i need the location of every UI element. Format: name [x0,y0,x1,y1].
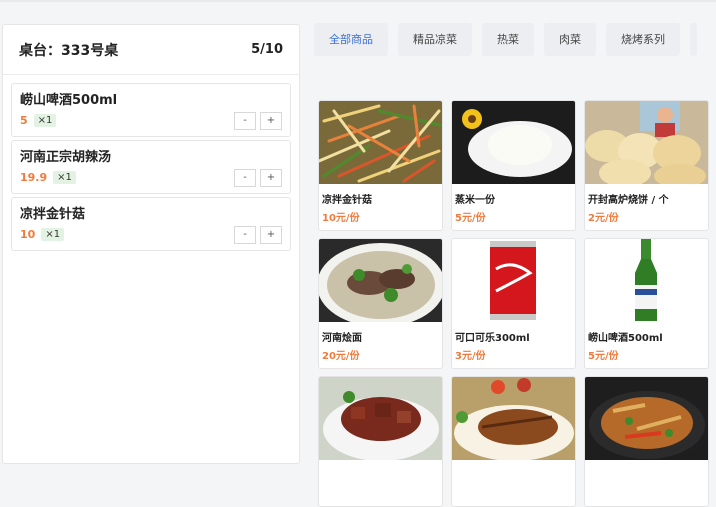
product-name [452,460,575,470]
product-card[interactable]: 凉拌金针菇 10元/份 [318,100,443,231]
product-name [585,460,708,470]
product-image [452,101,575,184]
product-price [319,470,442,472]
product-image [319,101,442,184]
product-card[interactable]: 蒸米一份 5元/份 [451,100,576,231]
product-name: 凉拌金针菇 [322,195,372,206]
order-count: 5/10 [251,42,283,57]
tab-cold-dishes[interactable]: 精品凉菜 [398,23,472,56]
product-image [319,377,442,460]
order-item-qty: ×1 [41,228,65,241]
product-price: 2元/份 [588,213,619,224]
product-card[interactable] [451,376,576,507]
product-name: 蒸米一份 [455,195,495,206]
product-card[interactable] [584,376,709,507]
order-item-name: 河南正宗胡辣汤 [20,150,112,165]
order-item: 凉拌金针菇 10 ×1 - + [11,197,291,251]
product-price: 10元/份 [322,213,360,224]
product-card[interactable]: 可口可乐300ml 3元/份 [451,238,576,369]
product-image [585,377,708,460]
product-card[interactable]: 开封高炉烧饼 / 个 2元/份 [584,100,709,231]
product-card[interactable]: 崂山啤酒500ml 5元/份 [584,238,709,369]
decrease-button[interactable]: - [234,169,256,187]
order-header: 桌台：333号桌 5/10 [3,25,299,75]
product-image [585,239,708,322]
tab-meat-dishes[interactable]: 肉菜 [544,23,596,56]
product-price: 20元/份 [322,351,360,362]
quantity-stepper: - + [234,112,282,130]
product-image [319,239,442,322]
product-price [452,470,575,472]
order-item: 河南正宗胡辣汤 19.9 ×1 - + [11,140,291,194]
order-item-qty: ×1 [33,114,57,127]
product-price [585,470,708,472]
order-list: 崂山啤酒500ml 5 ×1 - + 河南正宗胡辣汤 19.9 ×1 - + 凉… [3,75,299,251]
category-tabs: 全部商品 精品凉菜 热菜 肉菜 烧烤系列 [314,23,697,56]
order-panel: 桌台：333号桌 5/10 崂山啤酒500ml 5 ×1 - + 河南正宗胡辣汤… [2,24,300,464]
order-item-name: 凉拌金针菇 [20,207,86,222]
product-name: 崂山啤酒500ml [588,333,663,344]
product-image [452,377,575,460]
increase-button[interactable]: + [260,169,282,187]
order-item-qty: ×1 [53,171,76,184]
order-item: 崂山啤酒500ml 5 ×1 - + [11,83,291,137]
product-card[interactable] [318,376,443,507]
product-name [319,460,442,470]
decrease-button[interactable]: - [234,112,256,130]
tab-hot-dishes[interactable]: 热菜 [482,23,534,56]
product-price: 3元/份 [455,351,486,362]
tab-overflow[interactable] [690,23,697,56]
quantity-stepper: - + [234,169,282,187]
increase-button[interactable]: + [260,112,282,130]
tab-bbq-series[interactable]: 烧烤系列 [606,23,680,56]
product-name: 可口可乐300ml [455,333,530,344]
product-price: 5元/份 [455,213,486,224]
order-item-price: 5 [20,114,28,127]
quantity-stepper: - + [234,226,282,244]
table-label: 桌台：333号桌 [19,42,119,59]
product-grid: 凉拌金针菇 10元/份 蒸米一份 5元/份 开封高炉烧饼 / 个 2元/份 河南… [318,100,709,507]
order-item-price: 10 [20,228,36,241]
decrease-button[interactable]: - [234,226,256,244]
product-card[interactable]: 河南烩面 20元/份 [318,238,443,369]
top-divider [0,0,716,2]
product-name: 开封高炉烧饼 / 个 [588,195,669,206]
increase-button[interactable]: + [260,226,282,244]
product-image [452,239,575,322]
tab-all-products[interactable]: 全部商品 [314,23,388,56]
order-item-price: 19.9 [20,171,48,184]
product-image [585,101,708,184]
order-item-name: 崂山啤酒500ml [20,93,118,108]
product-price: 5元/份 [588,351,619,362]
product-name: 河南烩面 [322,333,362,344]
